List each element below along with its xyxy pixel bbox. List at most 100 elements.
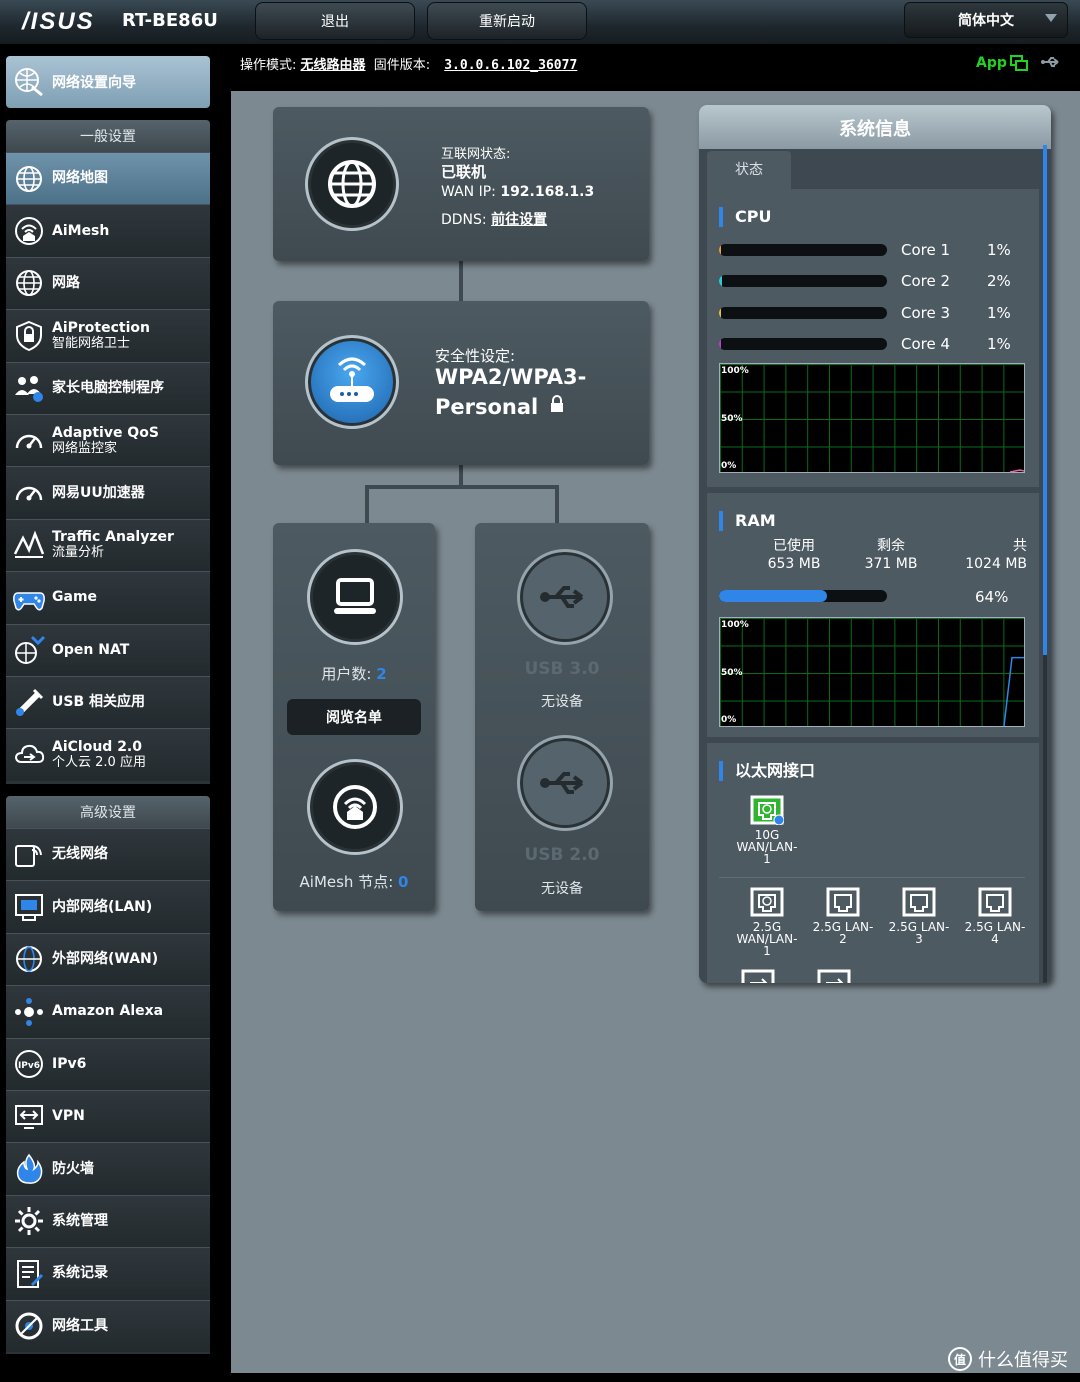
traffic-analyzer-icon bbox=[13, 530, 45, 559]
usb2-icon-button[interactable] bbox=[517, 735, 613, 831]
sidebar-item-label: 外部网络(WAN) bbox=[52, 951, 158, 967]
connector-line bbox=[365, 485, 369, 523]
sidebar-item-wan[interactable]: 外部网络(WAN) bbox=[6, 932, 210, 986]
sidebar-item-vpn[interactable]: VPN bbox=[6, 1089, 210, 1143]
ethernet-port[interactable]: 2.5G LAN- 4 bbox=[955, 887, 1035, 945]
sidebar-item-label: Traffic Analyzer 流量分析 bbox=[52, 529, 174, 561]
security-label: 安全性设定: bbox=[435, 347, 516, 365]
sidebar-item-amazon-alexa[interactable]: Amazon Alexa bbox=[6, 985, 210, 1038]
sidebar-item-open-nat[interactable]: Open NAT bbox=[6, 623, 210, 676]
usb-card: USB 3.0 无设备 USB 2.0 无设备 bbox=[475, 523, 649, 911]
sidebar-item-network[interactable]: 网路 bbox=[6, 256, 210, 310]
port-label-line3: 1 bbox=[763, 944, 771, 958]
ram-total-label: 共 bbox=[1013, 538, 1027, 554]
sidebar-item-network-map[interactable]: 网络地图 bbox=[6, 152, 210, 205]
usb3-status: 无设备 bbox=[541, 694, 583, 710]
sidebar-item-game[interactable]: Game bbox=[6, 571, 210, 624]
sidebar-item-parental-control[interactable]: 家长电脑控制程序 bbox=[6, 361, 210, 414]
ethernet-port[interactable]: 2.5G LAN- 2 bbox=[803, 887, 883, 945]
game-icon bbox=[13, 592, 45, 611]
sidebar-item-label: Adaptive QoS 网络监控家 bbox=[52, 425, 159, 456]
sidebar-item-title: 防火墙 bbox=[52, 1160, 94, 1177]
scrollbar-thumb[interactable] bbox=[1043, 145, 1047, 655]
sidebar-item-lan[interactable]: 内部网络(LAN) bbox=[6, 880, 210, 933]
ethernet-port-icon bbox=[902, 887, 936, 917]
mode-link[interactable]: 无线路由器 bbox=[301, 58, 366, 73]
sidebar-item-title: VPN bbox=[52, 1108, 85, 1125]
sidebar-item-administration[interactable]: 系统管理 bbox=[6, 1194, 210, 1248]
app-icon[interactable] bbox=[1010, 55, 1028, 71]
fw-label: 固件版本: bbox=[373, 58, 431, 73]
aicloud-icon bbox=[14, 744, 45, 763]
model-name: RT-BE86U bbox=[122, 10, 218, 31]
network-setup-wizard-button[interactable]: 网络设置向导 bbox=[6, 56, 210, 108]
sidebar-item-traffic-analyzer[interactable]: Traffic Analyzer 流量分析 bbox=[6, 518, 210, 572]
view-client-list-button[interactable]: 阅览名单 bbox=[287, 699, 421, 735]
computer-icon bbox=[334, 578, 376, 614]
sidebar-item-ipv6[interactable]: IPv6 IPv6 bbox=[6, 1037, 210, 1090]
aimesh-icon-button[interactable] bbox=[307, 759, 403, 855]
ethernet-port[interactable]: 2.5G LAN- 3 bbox=[879, 887, 959, 945]
connector-line bbox=[365, 485, 559, 489]
internet-status-card[interactable]: 互联网状态: 已联机 WAN IP: 192.168.1.3 DDNS: 前往设… bbox=[273, 107, 649, 261]
cpu-core-percent: 1% bbox=[987, 303, 1011, 322]
sidebar-item-label: AiMesh bbox=[52, 223, 109, 239]
ddns-label: DDNS: bbox=[441, 212, 487, 228]
info-line: 操作模式: 无线路由器 固件版本: 3.0.0.6.102_36077 bbox=[240, 54, 577, 73]
sidebar-item-firewall[interactable]: 防火墙 bbox=[6, 1142, 210, 1195]
reboot-button[interactable]: 重新启动 bbox=[427, 2, 587, 40]
vpn-icon bbox=[15, 1104, 43, 1129]
port-label-line2: 4 bbox=[991, 932, 999, 946]
usb-port-icon[interactable] bbox=[741, 969, 775, 983]
sidebar-item-adaptive-qos[interactable]: Adaptive QoS 网络监控家 bbox=[6, 413, 210, 467]
fw-link[interactable]: 3.0.0.6.102_36077 bbox=[444, 58, 577, 73]
security-value-line2: Personal bbox=[435, 395, 564, 419]
sidebar-item-title: Traffic Analyzer bbox=[52, 529, 174, 546]
ethernet-port[interactable]: 2.5G WAN/LAN- 1 bbox=[727, 887, 807, 957]
router-icon bbox=[330, 357, 374, 402]
app-label[interactable]: App bbox=[976, 55, 1007, 71]
sidebar-item-aimesh[interactable]: AiMesh bbox=[6, 204, 210, 257]
security-card[interactable]: 安全性设定: WPA2/WPA3- Personal bbox=[273, 301, 649, 465]
sidebar-item-usb-apps[interactable]: USB 相关应用 bbox=[6, 675, 210, 729]
sidebar-item-network-tools[interactable]: 网络工具 bbox=[6, 1299, 210, 1352]
cpu-graph: 100% 50% 0% bbox=[719, 363, 1025, 473]
sidebar-item-aiprotection[interactable]: AiProtection 智能网络卫士 bbox=[6, 309, 210, 362]
cpu-core-percent: 2% bbox=[987, 272, 1011, 291]
globe-icon-button[interactable] bbox=[305, 137, 399, 231]
sidebar-item-title: 系统管理 bbox=[52, 1212, 108, 1229]
usb2-label: USB 2.0 bbox=[524, 845, 600, 865]
wan-ip-value: 192.168.1.3 bbox=[500, 184, 595, 200]
usb-port-icon[interactable] bbox=[817, 969, 851, 983]
sidebar-item-aicloud[interactable]: AiCloud 2.0 个人云 2.0 应用 bbox=[6, 728, 210, 781]
sidebar-item-uu-accelerator[interactable]: 网易UU加速器 bbox=[6, 466, 210, 519]
top-bar: /ISUS RT-BE86U 退出 重新启动 简体中文 bbox=[0, 0, 1080, 44]
logout-button[interactable]: 退出 bbox=[255, 2, 415, 40]
network-icon bbox=[16, 270, 42, 297]
sidebar-item-wireless[interactable]: 无线网络 bbox=[6, 828, 210, 881]
ddns-link[interactable]: 前往设置 bbox=[491, 212, 547, 228]
internet-status-value: 已联机 bbox=[441, 163, 487, 181]
clients-icon-button[interactable] bbox=[307, 549, 403, 645]
cpu-core-row: Core 1 1% bbox=[719, 239, 1019, 259]
sidebar-item-title: 网路 bbox=[52, 274, 80, 291]
router-icon-button[interactable] bbox=[305, 335, 399, 429]
cpu-title: CPU bbox=[719, 207, 771, 227]
sidebar-item-system-log[interactable]: 系统记录 bbox=[6, 1247, 210, 1300]
ethernet-port[interactable]: 10G WAN/LAN- 1 bbox=[727, 795, 807, 865]
sidebar-item-label: AiCloud 2.0 个人云 2.0 应用 bbox=[52, 738, 146, 770]
tab-status[interactable]: 状态 bbox=[707, 151, 791, 189]
wan-ip: WAN IP: 192.168.1.3 bbox=[441, 184, 594, 200]
sidebar-item-label: 家长电脑控制程序 bbox=[52, 380, 164, 396]
language-select[interactable]: 简体中文 bbox=[904, 2, 1068, 38]
usb-status-icon[interactable] bbox=[1040, 55, 1062, 69]
cpu-core-bar bbox=[719, 337, 887, 350]
system-admin-icon bbox=[15, 1207, 43, 1236]
usb3-icon-button[interactable] bbox=[517, 549, 613, 645]
sidebar-item-title: IPv6 bbox=[52, 1055, 87, 1072]
network-map-panel: 互联网状态: 已联机 WAN IP: 192.168.1.3 DDNS: 前往设… bbox=[231, 91, 1080, 1373]
general-settings-title: 一般设置 bbox=[6, 120, 210, 152]
sidebar-item-label: Game bbox=[52, 590, 97, 605]
sidebar-item-title: AiCloud 2.0 bbox=[52, 738, 142, 755]
cpu-core-bar-fill bbox=[719, 306, 721, 319]
